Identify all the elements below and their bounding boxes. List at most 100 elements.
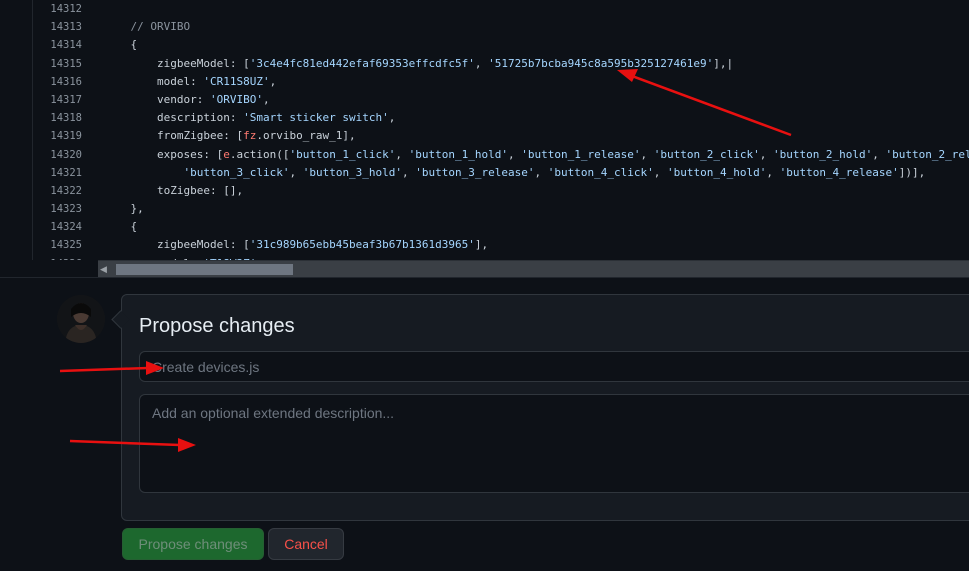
code-token: zigbeeModel: [ [104,56,250,70]
code-text: zigbeeModel: ['31c989b65ebb45beaf3b67b13… [104,236,488,254]
code-editor[interactable]: 14312 14313 // ORVIBO 14314 {14315 zigbeeM… [0,0,969,277]
code-token: exposes: [ [104,147,224,161]
code-text: 'button_3_click', 'button_3_hold', 'butt… [104,164,925,182]
scrollbar-thumb[interactable] [116,264,293,275]
code-line: 14323 }, [0,200,969,218]
line-number: 14314 [50,39,82,52]
code-token: , [262,92,270,106]
line-number: 14318 [50,112,82,125]
code-text: exposes: [e.action(['button_1_click', 'b… [104,146,969,164]
cancel-button[interactable]: Cancel [268,528,344,560]
code-token: ], [474,238,489,252]
code-token: '51725b7bcba945c8a595b325127461e9' [488,56,714,70]
code-text: vendor: 'ORVIBO', [104,91,270,109]
code-line: 14315 zigbeeModel: ['3c4e4fc81ed442efaf6… [0,55,969,73]
code-token: toZigbee: [], [104,183,244,197]
code-token: 'button_4_release' [779,165,899,179]
code-line: 14321 'button_3_click', 'button_3_hold',… [0,164,969,182]
horizontal-scrollbar[interactable]: ◀ [98,260,969,277]
code-token: , [388,111,396,125]
code-token: }, [104,202,144,216]
code-token: 'button_2_rele [885,147,969,161]
code-token: , [640,147,654,161]
avatar[interactable] [57,295,105,343]
code-token: 'button_3_release' [415,165,535,179]
code-token: ],| [713,56,734,70]
code-token: 'button_2_hold' [772,147,873,161]
code-token: , [872,147,886,161]
code-line: 14320 exposes: [e.action(['button_1_clic… [0,146,969,164]
commit-description-input[interactable] [139,394,969,493]
code-line: 14318 description: 'Smart sticker switch… [0,109,969,127]
code-text: model: 'CR11S8UZ', [104,73,276,91]
code-line: 14324 { [0,218,969,236]
code-token: , [759,147,773,161]
code-token: model: [104,74,204,88]
code-line: 14322 toZigbee: [], [0,182,969,200]
line-number: 14322 [50,184,82,197]
code-token: 'CR11S8UZ' [203,74,270,88]
line-number: 14312 [50,3,82,15]
line-number: 14321 [50,166,82,179]
code-token: // ORVIBO [130,20,191,34]
commit-summary-input[interactable] [139,351,969,382]
code-token: 'button_4_click' [547,165,654,179]
line-number: 14325 [50,239,82,252]
code-token: , [474,56,489,70]
code-line: 14325 zigbeeModel: ['31c989b65ebb45beaf3… [0,236,969,254]
code-token: , [395,147,409,161]
code-line: 14313 // ORVIBO [0,18,969,36]
code-token: 'button_1_hold' [408,147,509,161]
code-token: , [508,147,522,161]
code-token: { [104,38,138,52]
propose-changes-button[interactable]: Propose changes [122,528,264,560]
user-avatar-icon [57,295,105,343]
code-line: 14314 { [0,36,969,54]
code-token: , [269,74,277,88]
line-number: 14319 [50,130,82,143]
code-line: 14316 model: 'CR11S8UZ', [0,73,969,91]
code-line: 14312 [0,0,969,18]
code-token: ])], [898,165,926,179]
code-token: description: [104,111,244,125]
code-token: 'button_1_click' [289,147,396,161]
code-text: fromZigbee: [fz.orvibo_raw_1], [104,127,356,145]
code-token: , [289,165,303,179]
code-token: vendor: [104,92,210,106]
code-token: 'button_3_hold' [302,165,403,179]
code-token: , [534,165,548,179]
code-line: 14317 vendor: 'ORVIBO', [0,91,969,109]
code-text: description: 'Smart sticker switch', [104,109,395,127]
code-token: , [402,165,416,179]
scroll-corner [32,260,98,277]
code-line: 14319 fromZigbee: [fz.orvibo_raw_1], [0,127,969,145]
scroll-left-icon[interactable]: ◀ [100,264,107,275]
code-token: , [766,165,780,179]
code-text: { [104,36,137,54]
line-number: 14323 [50,203,82,216]
code-token: 'Smart sticker switch' [243,111,389,125]
line-number: 14315 [50,57,82,70]
code-token: .action([ [229,147,290,161]
code-token: fz [243,129,257,143]
code-text: toZigbee: [], [104,182,243,200]
line-number: 14317 [50,93,82,106]
code-token: { [104,220,138,234]
line-number: 14324 [50,221,82,234]
code-token: zigbeeModel: [ [104,238,250,252]
code-text: }, [104,200,144,218]
editor-divider [0,277,969,278]
code-text: { [104,218,137,236]
code-token: , [653,165,667,179]
code-text: // ORVIBO [104,18,191,36]
code-token: '3c4e4fc81ed442efaf69353effcdfc5f' [249,56,475,70]
code-token: '31c989b65ebb45beaf3b67b1361d3965' [249,238,475,252]
code-token: .orvibo_raw_1], [256,129,356,143]
code-token: 'button_2_click' [653,147,760,161]
code-text: zigbeeModel: ['3c4e4fc81ed442efaf69353ef… [104,55,733,73]
code-token: 'button_4_hold' [666,165,767,179]
line-number: 14320 [50,148,82,161]
line-number: 14316 [50,75,82,88]
code-token: 'ORVIBO' [209,92,263,106]
